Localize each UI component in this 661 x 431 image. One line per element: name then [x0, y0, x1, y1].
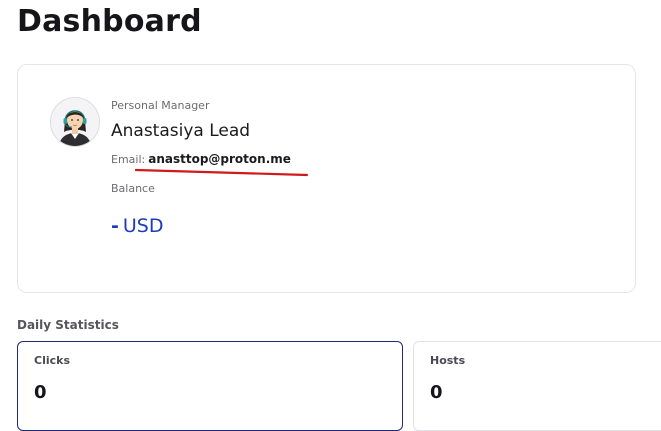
stat-label: Clicks	[34, 354, 70, 367]
stat-label: Hosts	[430, 354, 466, 367]
balance-label: Balance	[111, 182, 155, 195]
stat-value: 0	[430, 382, 443, 403]
balance-currency: USD	[122, 215, 164, 237]
balance-value: - USD	[111, 215, 164, 237]
balance-amount: -	[111, 215, 119, 237]
page-title: Dashboard	[17, 4, 202, 39]
daily-statistics-title: Daily Statistics	[17, 318, 119, 332]
manager-avatar-icon	[50, 97, 100, 147]
stat-card-clicks[interactable]: Clicks 0	[17, 341, 403, 431]
email-label: Email:	[111, 153, 146, 166]
manager-email-link[interactable]: anasttop@proton.me	[148, 152, 291, 166]
stat-card-hosts[interactable]: Hosts 0	[413, 341, 661, 431]
personal-manager-card: Personal Manager Anastasiya Lead Email: a…	[17, 64, 636, 293]
red-underline-annotation	[135, 168, 309, 177]
stat-value: 0	[34, 382, 47, 403]
manager-role-label: Personal Manager	[111, 99, 210, 112]
manager-email-row: Email: anasttop@proton.me	[111, 152, 291, 166]
manager-name: Anastasiya Lead	[111, 121, 251, 141]
